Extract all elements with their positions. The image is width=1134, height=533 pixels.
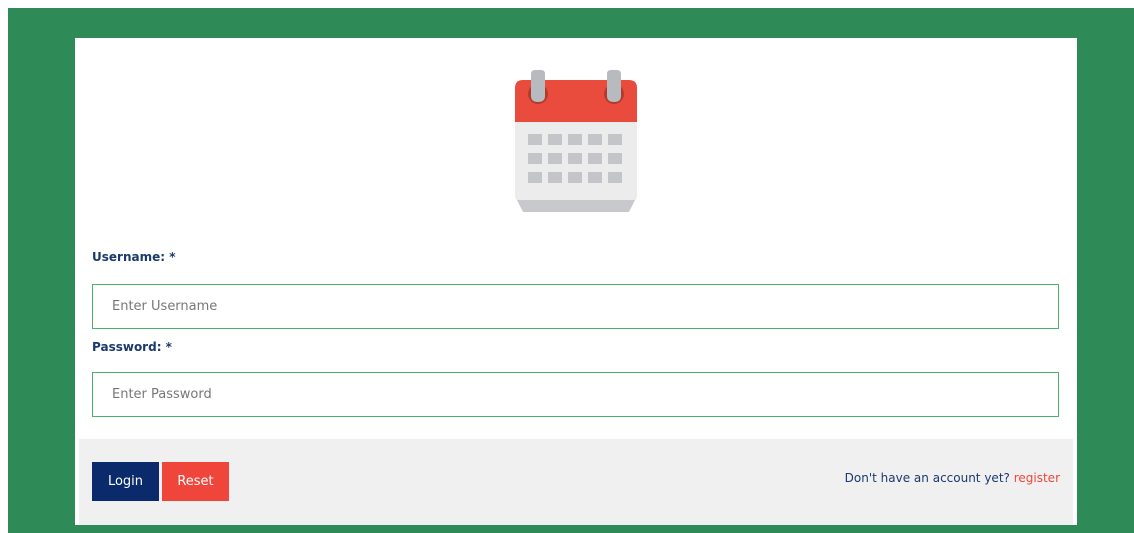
form-footer: Login Reset Don't have an account yet? r…: [79, 439, 1073, 525]
username-label: Username: *: [92, 250, 176, 264]
register-link[interactable]: register: [1014, 471, 1060, 485]
reset-button[interactable]: Reset: [162, 462, 229, 501]
calendar-icon: [515, 70, 637, 212]
password-input[interactable]: [92, 372, 1059, 417]
login-card: Username: * Password: * Login Reset Don'…: [75, 38, 1077, 525]
register-prompt-line: Don't have an account yet? register: [845, 471, 1060, 485]
register-prompt-text: Don't have an account yet?: [844, 471, 1010, 485]
username-input[interactable]: [92, 284, 1059, 329]
login-button[interactable]: Login: [92, 462, 159, 501]
calendar-ring-left: [531, 70, 545, 102]
calendar-ring-right: [607, 70, 621, 102]
password-label: Password: *: [92, 340, 172, 354]
